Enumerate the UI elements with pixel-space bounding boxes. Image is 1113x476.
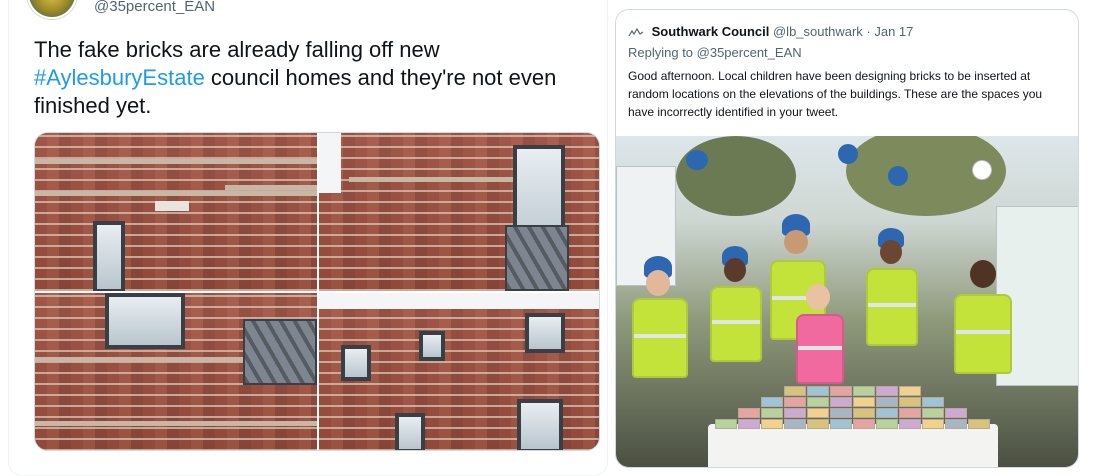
ledge (349, 177, 519, 182)
sky (319, 133, 341, 193)
ledge (35, 191, 317, 196)
person (862, 228, 922, 388)
designed-brick (853, 386, 875, 396)
helmet (972, 160, 992, 180)
designed-brick (807, 419, 829, 429)
designed-brick (738, 419, 760, 429)
quoted-author-name[interactable]: Southwark Council (652, 24, 770, 39)
designed-brick (738, 408, 760, 418)
designed-brick (876, 397, 898, 407)
person (708, 246, 768, 406)
designed-brick (807, 397, 829, 407)
designed-brick (876, 386, 898, 396)
designed-brick (899, 419, 921, 429)
window (105, 293, 185, 349)
designed-brick (784, 386, 806, 396)
tweet-text-part: The fake bricks are already falling off … (34, 37, 440, 62)
designed-brick (784, 408, 806, 418)
tweet-photo-grid (34, 132, 600, 451)
designed-brick (899, 386, 921, 396)
quoted-author-handle[interactable]: @lb_southwark (773, 24, 863, 39)
designed-brick (945, 408, 967, 418)
designed-brick (853, 408, 875, 418)
designed-brick (830, 419, 852, 429)
council-logo-icon (628, 27, 644, 36)
ledge (35, 159, 317, 164)
designed-brick (830, 397, 852, 407)
designed-brick (784, 419, 806, 429)
designed-brick (968, 419, 990, 429)
designed-brick (922, 419, 944, 429)
window (517, 399, 563, 450)
quoted-tweet-header: Southwark Council @lb_southwark · Jan 17 (628, 24, 913, 39)
designed-brick (945, 419, 967, 429)
quoted-tweet-date[interactable]: · Jan 17 (866, 24, 913, 39)
window (525, 313, 565, 353)
designed-brick (922, 397, 944, 407)
display-table (708, 424, 998, 467)
tweet-handle[interactable]: @35percent_EAN (94, 0, 215, 15)
helmet (686, 150, 708, 170)
designed-brick (761, 397, 783, 407)
tweet-text: The fake bricks are already falling off … (34, 36, 604, 120)
window (419, 331, 445, 361)
designed-brick (899, 408, 921, 418)
quoted-tweet-card[interactable]: Southwark Council @lb_southwark · Jan 17… (615, 9, 1079, 468)
window (93, 221, 125, 291)
balcony-railing (243, 319, 317, 385)
designed-brick (715, 419, 737, 429)
person (946, 254, 1022, 414)
hashtag-link[interactable]: #AylesburyEstate (34, 65, 205, 90)
designed-brick (761, 419, 783, 429)
designed-brick (807, 408, 829, 418)
designed-brick (784, 397, 806, 407)
designed-brick (853, 419, 875, 429)
missing-brick-gap (155, 201, 189, 211)
designed-brick (761, 408, 783, 418)
ledge (35, 421, 317, 426)
helmet (888, 166, 908, 186)
window (395, 413, 425, 450)
tweet-photo-1[interactable] (35, 133, 317, 291)
balcony-railing (505, 225, 569, 291)
avatar[interactable] (27, 0, 77, 19)
quoted-tweet-text: Good afternoon. Local children have been… (628, 69, 1043, 119)
designed-brick (830, 408, 852, 418)
ledge (225, 185, 317, 190)
replying-to[interactable]: Replying to @35percent_EAN (628, 45, 802, 60)
person (626, 256, 696, 416)
designed-brick (899, 397, 921, 407)
tree (676, 136, 796, 216)
sky (319, 293, 599, 309)
designed-brick (830, 386, 852, 396)
designed-brick (876, 419, 898, 429)
designed-brick (853, 397, 875, 407)
tweet-card[interactable]: @35percent_EAN The fake bricks are alrea… (8, 0, 608, 476)
window (341, 345, 371, 381)
quoted-tweet-photo[interactable] (616, 136, 1078, 467)
designed-brick (922, 408, 944, 418)
tweet-photo-3[interactable] (35, 293, 317, 450)
helmet (838, 144, 858, 164)
tweet-photo-4[interactable] (319, 293, 599, 450)
tweet-photo-2[interactable] (319, 133, 599, 291)
designed-brick (807, 386, 829, 396)
designed-brick (876, 408, 898, 418)
